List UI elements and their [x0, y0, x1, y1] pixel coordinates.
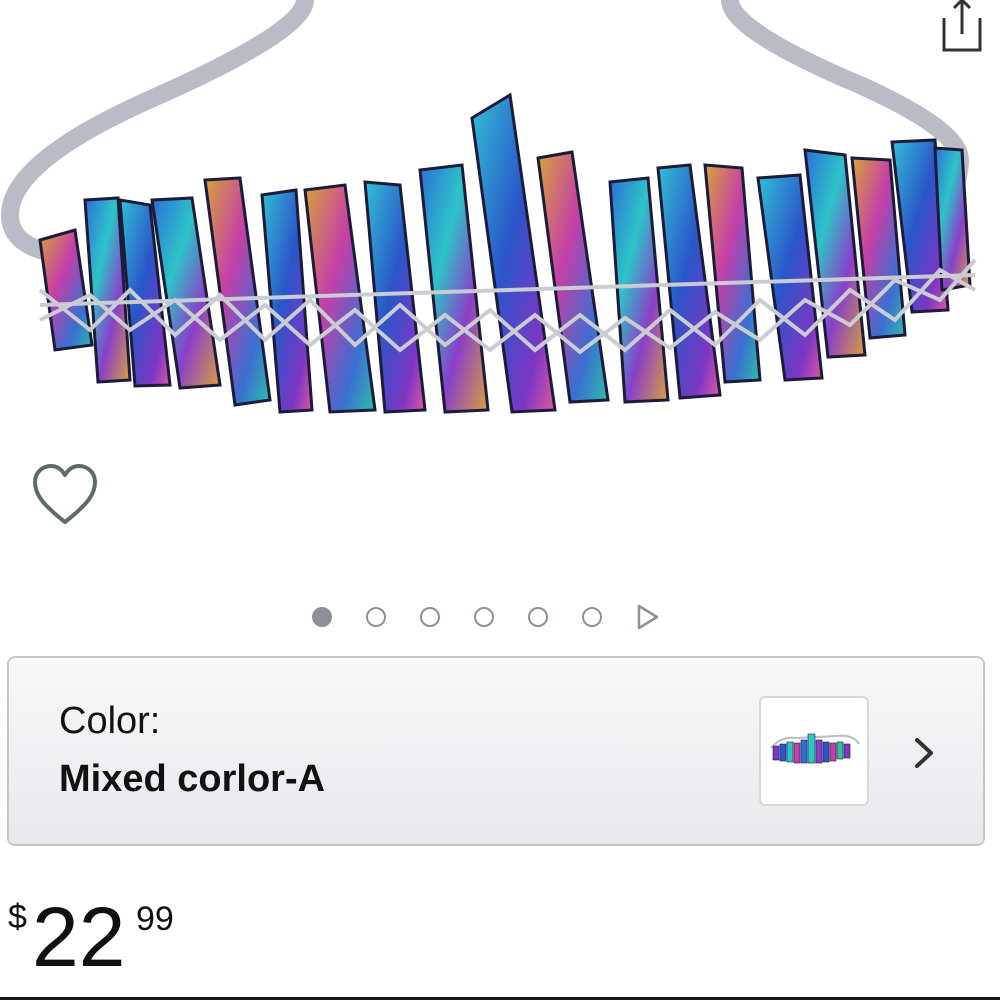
variation-value: Mixed corlor-A [59, 758, 326, 800]
carousel-dot[interactable] [366, 607, 386, 627]
price-fraction: 99 [136, 900, 174, 938]
play-triangle-icon[interactable] [636, 604, 660, 630]
product-image[interactable] [0, 0, 1000, 440]
image-carousel-dots [312, 602, 660, 632]
share-icon[interactable] [930, 0, 990, 60]
variation-label: Color: [59, 700, 161, 742]
color-variation-selector[interactable]: Color: Mixed corlor-A [7, 656, 985, 846]
price-currency-symbol: $ [8, 898, 27, 936]
variation-thumbnail [759, 696, 869, 806]
crown-thumbnail-image [770, 733, 860, 764]
chevron-right-icon [915, 738, 933, 768]
heart-outline-icon[interactable] [30, 462, 100, 528]
carousel-dot[interactable] [474, 607, 494, 627]
carousel-dot[interactable] [420, 607, 440, 627]
price-whole: 22 [32, 890, 126, 984]
carousel-dot[interactable] [582, 607, 602, 627]
carousel-dot[interactable] [528, 607, 548, 627]
carousel-dot[interactable] [312, 607, 332, 627]
